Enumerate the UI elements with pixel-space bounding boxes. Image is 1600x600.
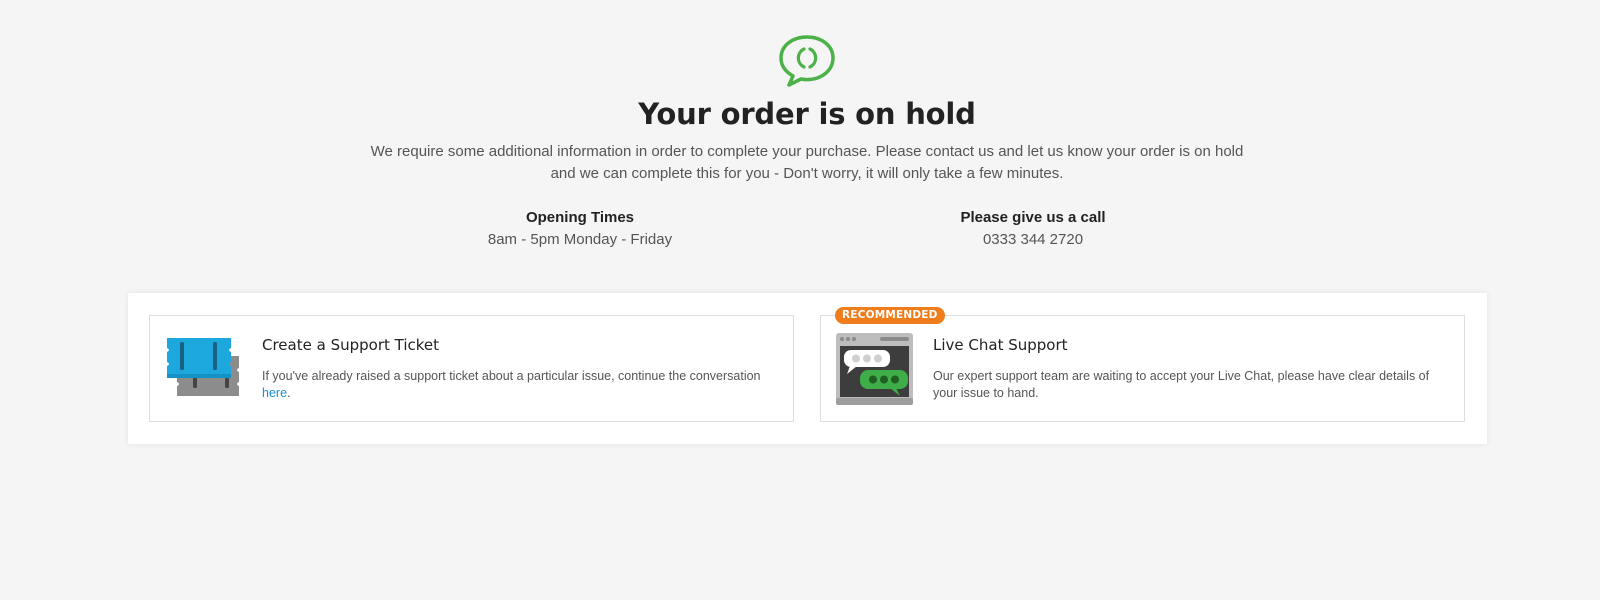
live-chat-description: Our expert support team are waiting to a… <box>933 369 1430 400</box>
page-description: We require some additional information i… <box>370 143 1244 182</box>
phone-number[interactable]: 0333 344 2720 <box>883 229 1183 251</box>
support-ticket-title: Create a Support Ticket <box>262 336 440 354</box>
support-ticket-icon <box>165 332 243 407</box>
opening-times-heading: Opening Times <box>525 209 635 226</box>
support-ticket-description-text: If you've already raised a support ticke… <box>262 369 761 383</box>
live-chat-icon <box>836 332 914 407</box>
live-chat-title: Live Chat Support <box>933 336 1068 354</box>
support-options-panel: Create a Support Ticket If you've alread… <box>128 293 1487 444</box>
opening-times-block: Opening Times 8am - 5pm Monday - Friday <box>430 207 730 251</box>
call-us-heading: Please give us a call <box>960 209 1106 226</box>
recommended-badge: RECOMMENDED <box>835 307 945 324</box>
chat-bubble-icon <box>776 34 838 88</box>
support-ticket-description-suffix: . <box>287 386 291 400</box>
opening-times-value: 8am - 5pm Monday - Friday <box>487 231 673 248</box>
support-ticket-card[interactable]: Create a Support Ticket If you've alread… <box>149 315 794 422</box>
call-us-block: Please give us a call 0333 344 2720 <box>883 207 1183 251</box>
support-ticket-description: If you've already raised a support ticke… <box>262 368 772 402</box>
page-title: Your order is on hold <box>638 97 976 131</box>
live-chat-card[interactable]: RECOMMENDED Live Chat Support Our expert… <box>820 307 1465 422</box>
support-ticket-here-link[interactable]: here <box>262 386 287 400</box>
